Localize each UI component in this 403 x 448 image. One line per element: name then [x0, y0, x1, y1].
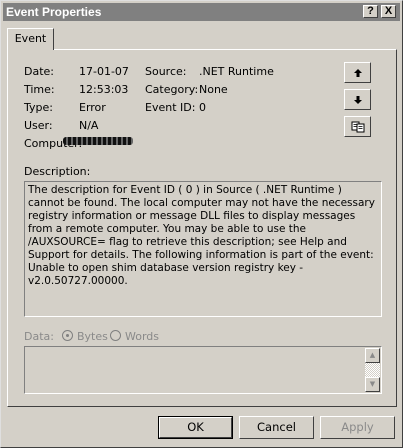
- words-radio[interactable]: [110, 330, 121, 341]
- copy-event-button[interactable]: [344, 116, 371, 137]
- time-label: Time:: [24, 83, 55, 96]
- type-label: Type:: [24, 101, 53, 114]
- window-title: Event Properties: [6, 5, 102, 19]
- category-value: None: [199, 83, 228, 96]
- ok-button[interactable]: OK: [158, 416, 233, 439]
- cancel-button[interactable]: Cancel: [239, 416, 314, 439]
- copy-icon: [351, 121, 364, 132]
- tab-event[interactable]: Event: [7, 28, 54, 50]
- tab-event-label: Event: [14, 32, 47, 45]
- event-id-value: 0: [199, 101, 206, 114]
- scroll-down-button[interactable]: ▼: [365, 377, 380, 392]
- apply-button[interactable]: Apply: [320, 416, 395, 439]
- radio-selected-dot: [66, 334, 69, 337]
- date-value: 17-01-07: [79, 65, 129, 78]
- description-text[interactable]: The description for Event ID ( 0 ) in So…: [24, 181, 382, 317]
- next-event-button[interactable]: [344, 89, 371, 110]
- event-id-label: Event ID:: [145, 101, 196, 114]
- date-label: Date:: [24, 65, 54, 78]
- type-value: Error: [79, 101, 106, 114]
- time-value: 12:53:03: [79, 83, 129, 96]
- user-value: N/A: [79, 119, 99, 132]
- arrow-down-icon: [353, 95, 362, 104]
- arrow-up-icon: [353, 68, 362, 77]
- bytes-radio-label: Bytes: [77, 330, 108, 343]
- words-radio-label: Words: [125, 330, 160, 343]
- scrollbar-track[interactable]: [365, 363, 380, 377]
- close-button[interactable]: X: [381, 5, 396, 18]
- category-label: Category:: [145, 83, 199, 96]
- source-value: .NET Runtime: [199, 65, 274, 78]
- bytes-radio[interactable]: [62, 330, 73, 341]
- computer-value-redacted: [63, 137, 133, 145]
- source-label: Source:: [145, 65, 187, 78]
- event-properties-window: Event Properties ? X Event Date: 17-01-0…: [0, 0, 403, 448]
- title-bar[interactable]: Event Properties ? X: [3, 3, 400, 21]
- user-label: User:: [24, 119, 53, 132]
- previous-event-button[interactable]: [344, 62, 371, 83]
- description-label: Description:: [24, 165, 91, 178]
- data-label: Data:: [24, 330, 54, 343]
- data-box[interactable]: ▲ ▼: [24, 346, 382, 394]
- scroll-up-button[interactable]: ▲: [365, 348, 380, 363]
- help-button[interactable]: ?: [363, 5, 378, 18]
